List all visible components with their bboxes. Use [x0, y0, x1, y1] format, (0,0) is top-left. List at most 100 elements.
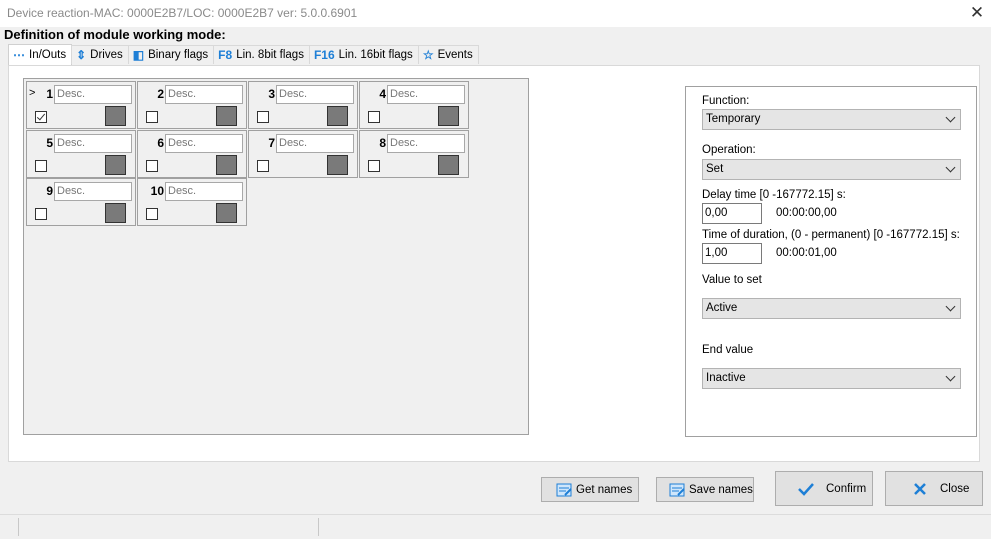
duration-label: Time of duration, (0 - permanent) [0 -16…	[702, 229, 960, 241]
value-to-set-select[interactable]: Active	[702, 298, 961, 319]
cell-checkbox[interactable]	[368, 160, 380, 172]
tab-label: Binary flags	[148, 49, 209, 61]
f8-icon: F8	[218, 48, 233, 62]
state-indicator[interactable]	[327, 106, 348, 126]
inout-cell[interactable]: 2 Desc.	[137, 81, 247, 129]
chevron-down-icon	[945, 371, 956, 382]
desc-input[interactable]: Desc.	[387, 134, 465, 153]
cell-number: 10	[150, 184, 164, 198]
operation-label: Operation:	[702, 144, 756, 156]
tab-drives[interactable]: ⇕ Drives	[71, 45, 129, 64]
close-button[interactable]: Close	[885, 471, 983, 506]
inout-cell[interactable]: 10 Desc.	[137, 178, 247, 226]
cell-number: 7	[268, 136, 275, 150]
desc-input[interactable]: Desc.	[387, 85, 465, 104]
tab-binary-flags[interactable]: ◧ Binary flags	[127, 45, 215, 64]
cell-number: 1	[46, 87, 53, 101]
status-bar	[0, 514, 991, 539]
cell-checkbox[interactable]	[146, 160, 158, 172]
desc-input[interactable]: Desc.	[165, 182, 243, 201]
cell-checkbox[interactable]	[368, 111, 380, 123]
state-indicator[interactable]	[216, 106, 237, 126]
state-indicator[interactable]	[327, 155, 348, 175]
desc-input[interactable]: Desc.	[165, 134, 243, 153]
cell-checkbox[interactable]	[257, 111, 269, 123]
inout-cell[interactable]: 8 Desc.	[359, 130, 469, 178]
tab-lin-8bit-flags[interactable]: F8 Lin. 8bit flags	[213, 45, 310, 64]
desc-input[interactable]: Desc.	[165, 85, 243, 104]
function-label: Function:	[702, 95, 750, 107]
cell-number: 3	[268, 87, 275, 101]
state-indicator[interactable]	[216, 203, 237, 223]
inout-cell[interactable]: 4 Desc.	[359, 81, 469, 129]
save-names-button[interactable]: Save names	[656, 477, 754, 502]
duration-input[interactable]: 1,00	[702, 243, 762, 264]
chevron-down-icon	[945, 301, 956, 312]
end-value-value: Inactive	[706, 372, 746, 384]
cell-number: 4	[379, 87, 386, 101]
cell-checkbox[interactable]	[146, 111, 158, 123]
inout-cell[interactable]: 6 Desc.	[137, 130, 247, 178]
page-title: Definition of module working mode:	[4, 27, 226, 42]
state-indicator[interactable]	[105, 155, 126, 175]
inout-cell[interactable]: 3 Desc.	[248, 81, 358, 129]
delay-input[interactable]: 0,00	[702, 203, 762, 224]
inout-cell[interactable]: 7 Desc.	[248, 130, 358, 178]
close-icon[interactable]: ✕	[968, 4, 986, 22]
state-indicator[interactable]	[438, 155, 459, 175]
confirm-label: Confirm	[826, 482, 867, 495]
status-divider	[18, 518, 19, 536]
confirm-button[interactable]: Confirm	[775, 471, 873, 506]
chevron-down-icon	[945, 112, 956, 123]
inouts-icon: ⋯	[13, 48, 25, 62]
tab-inouts[interactable]: ⋯ In/Outs	[8, 44, 73, 65]
get-names-icon	[556, 483, 572, 496]
drives-icon: ⇕	[76, 48, 87, 62]
end-value-label: End value	[702, 344, 754, 356]
cell-checkbox[interactable]	[35, 208, 47, 220]
value-to-set-label: Value to set	[702, 274, 762, 286]
title-bar: Device reaction-MAC: 0000E2B7/LOC: 0000E…	[0, 0, 991, 27]
state-indicator[interactable]	[438, 106, 459, 126]
check-icon	[798, 482, 814, 496]
cell-number: 5	[46, 136, 53, 150]
close-icon	[914, 482, 926, 495]
get-names-label: Get names	[576, 483, 633, 496]
state-indicator[interactable]	[105, 106, 126, 126]
save-names-icon	[669, 483, 685, 496]
value-to-set-value: Active	[706, 302, 738, 314]
state-indicator[interactable]	[216, 155, 237, 175]
function-select[interactable]: Temporary	[702, 109, 961, 130]
desc-input[interactable]: Desc.	[54, 134, 132, 153]
duration-time-readout: 00:00:01,00	[776, 247, 837, 259]
delay-label: Delay time [0 -167772.15] s:	[702, 189, 846, 201]
chevron-down-icon	[945, 162, 956, 173]
inout-cell[interactable]: 5 Desc.	[26, 130, 136, 178]
close-label: Close	[940, 482, 970, 495]
status-divider	[318, 518, 319, 536]
state-indicator[interactable]	[105, 203, 126, 223]
delay-time-readout: 00:00:00,00	[776, 207, 837, 219]
binary-flags-icon: ◧	[132, 48, 145, 62]
cell-checkbox[interactable]	[146, 208, 158, 220]
operation-select[interactable]: Set	[702, 159, 961, 180]
tab-label: In/Outs	[29, 49, 67, 61]
desc-input[interactable]: Desc.	[54, 85, 132, 104]
desc-input[interactable]: Desc.	[276, 134, 354, 153]
cell-checkbox[interactable]	[35, 111, 47, 123]
tab-lin-16bit-flags[interactable]: F16 Lin. 16bit flags	[308, 45, 419, 64]
cell-checkbox[interactable]	[257, 160, 269, 172]
cell-checkbox[interactable]	[35, 160, 47, 172]
cell-number: 6	[157, 136, 164, 150]
cell-number: 2	[157, 87, 164, 101]
get-names-button[interactable]: Get names	[541, 477, 639, 502]
window-title: Device reaction-MAC: 0000E2B7/LOC: 0000E…	[7, 6, 358, 20]
desc-input[interactable]: Desc.	[54, 182, 132, 201]
tab-label: Lin. 8bit flags	[236, 49, 304, 61]
tab-events[interactable]: ☆ Events	[417, 45, 479, 64]
inout-cell[interactable]: 9 Desc.	[26, 178, 136, 226]
desc-input[interactable]: Desc.	[276, 85, 354, 104]
inout-cell[interactable]: > 1 Desc.	[26, 81, 136, 129]
tab-label: Lin. 16bit flags	[338, 49, 413, 61]
end-value-select[interactable]: Inactive	[702, 368, 961, 389]
